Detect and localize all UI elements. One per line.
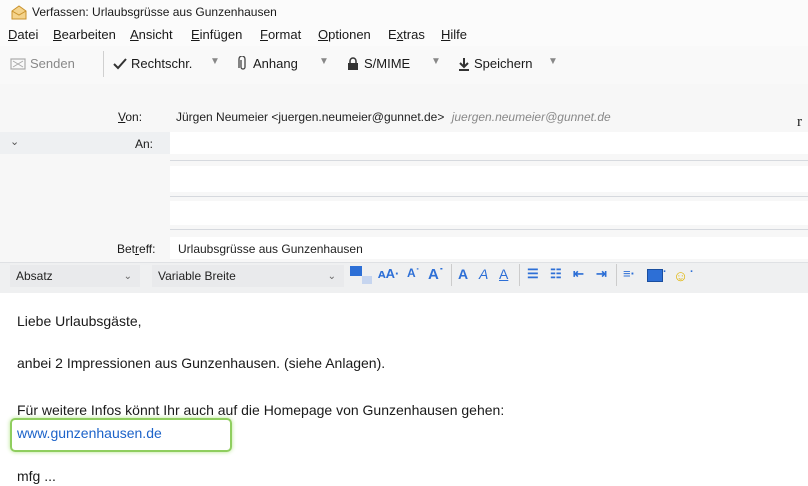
menu-ansicht[interactable]: Ansicht <box>130 27 173 42</box>
attach-dropdown-icon[interactable]: ▼ <box>319 56 329 67</box>
recipient-row-3[interactable] <box>170 201 808 225</box>
paragraph-style-select[interactable]: Absatz ⌄ <box>10 265 140 287</box>
bullet-list-icon[interactable]: ☰ <box>527 266 539 282</box>
send-button[interactable]: Senden <box>10 56 75 71</box>
greeting-text: Liebe Urlaubsgäste, <box>17 313 142 329</box>
from-label: Von: <box>118 110 143 124</box>
menu-optionen[interactable]: Optionen <box>318 27 371 42</box>
clipped-character: r <box>797 114 802 130</box>
smaller-font-icon[interactable]: A˙ <box>407 266 420 280</box>
underline-icon[interactable]: A <box>499 266 508 282</box>
outdent-icon[interactable]: ⇤ <box>573 266 584 282</box>
format-divider <box>616 264 617 286</box>
lock-icon <box>348 56 358 70</box>
chevron-down-icon[interactable]: ⌄ <box>10 135 19 148</box>
from-alias: juergen.neumeier@gunnet.de <box>451 110 611 124</box>
attach-label: Anhang <box>253 56 298 71</box>
smime-dropdown-icon[interactable]: ▼ <box>431 56 441 67</box>
background-color-icon[interactable] <box>362 276 372 284</box>
body-line-1: anbei 2 Impressionen aus Gunzenhausen. (… <box>17 355 386 371</box>
format-divider <box>451 264 452 286</box>
menu-hilfe[interactable]: Hilfe <box>441 27 467 42</box>
italic-icon[interactable]: A <box>479 266 488 282</box>
indent-icon[interactable]: ⇥ <box>596 266 607 282</box>
paragraph-style-value: Absatz <box>16 269 53 283</box>
from-value: Jürgen Neumeier <juergen.neumeier@gunnet… <box>176 110 445 124</box>
bold-icon[interactable]: A <box>458 266 468 282</box>
send-icon <box>10 57 26 70</box>
font-select[interactable]: Variable Breite ⌄ <box>152 265 344 287</box>
menu-extras[interactable]: Extras <box>388 27 425 42</box>
recipient-divider-2 <box>170 229 808 230</box>
paperclip-icon <box>238 56 246 70</box>
attach-button[interactable]: Anhang <box>237 56 298 71</box>
menu-format[interactable]: Format <box>260 27 301 42</box>
format-divider <box>519 264 520 286</box>
compose-window-icon <box>11 5 27 20</box>
download-arrow-icon <box>459 57 469 71</box>
to-divider <box>170 160 808 161</box>
checkmark-icon <box>113 57 127 69</box>
font-value: Variable Breite <box>158 269 236 283</box>
smiley-icon[interactable]: ☺ <box>673 268 688 285</box>
menu-datei[interactable]: Datei <box>8 27 38 42</box>
body-line-2: Für weitere Infos könnt Ihr auch auf die… <box>17 402 505 418</box>
to-input[interactable] <box>170 132 808 154</box>
subject-value: Urlaubsgrüsse aus Gunzenhausen <box>178 242 363 256</box>
save-button[interactable]: Speichern <box>458 56 533 71</box>
chevron-down-icon: ⌄ <box>123 270 132 282</box>
spellcheck-label: Rechtschr. <box>131 56 193 71</box>
recipient-row-2[interactable] <box>170 166 808 192</box>
numbered-list-icon[interactable]: ☷ <box>550 266 562 282</box>
closing-text: mfg ... <box>17 468 56 484</box>
smiley-dropdown-icon[interactable]: · <box>690 266 694 278</box>
spellcheck-button[interactable]: Rechtschr. <box>113 56 192 71</box>
chevron-down-icon: ⌄ <box>327 270 336 282</box>
insert-dropdown-icon[interactable]: · <box>663 266 667 278</box>
spellcheck-dropdown-icon[interactable]: ▼ <box>210 56 220 67</box>
menu-einfuegen[interactable]: Einfügen <box>191 27 242 42</box>
from-field[interactable]: Jürgen Neumeier <juergen.neumeier@gunnet… <box>176 110 611 124</box>
window-title: Verfassen: Urlaubsgrüsse aus Gunzenhause… <box>32 5 277 19</box>
subject-label: Betreff: <box>117 242 156 256</box>
save-label: Speichern <box>474 56 533 71</box>
to-label: An: <box>135 137 154 151</box>
menu-bearbeiten[interactable]: Bearbeiten <box>53 27 116 42</box>
recipient-divider <box>170 196 808 197</box>
smime-button[interactable]: S/MIME <box>346 56 410 71</box>
smime-label: S/MIME <box>364 56 411 71</box>
homepage-link[interactable]: www.gunzenhausen.de <box>17 425 162 441</box>
send-label: Senden <box>30 56 75 71</box>
toolbar-divider <box>103 51 104 77</box>
larger-font-icon[interactable]: A˙ <box>428 266 444 283</box>
text-color-icon[interactable] <box>350 266 362 276</box>
insert-image-icon[interactable] <box>647 269 663 282</box>
save-dropdown-icon[interactable]: ▼ <box>548 56 558 67</box>
align-icon[interactable]: ≡· <box>623 266 635 281</box>
font-size-icon[interactable]: ᴀA· <box>378 266 399 281</box>
